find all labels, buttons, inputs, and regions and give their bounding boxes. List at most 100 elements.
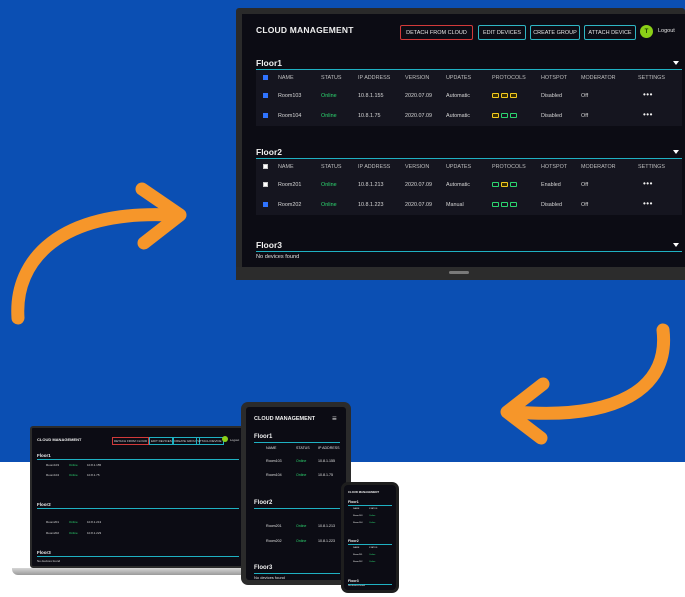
chevron-down-icon[interactable] bbox=[673, 242, 679, 247]
updates-mode: Automatic bbox=[446, 182, 470, 188]
logout-link[interactable]: Logout bbox=[230, 438, 239, 442]
floor-header[interactable]: Floor2 bbox=[256, 145, 682, 159]
column-header-updates: UPDATES bbox=[446, 75, 472, 81]
floor-divider bbox=[254, 508, 340, 509]
status-badge: Online bbox=[321, 202, 337, 208]
column-header-hotspot: HOTSPOT bbox=[541, 75, 568, 81]
device-name: Room104 bbox=[278, 113, 302, 119]
table-row[interactable]: Room202 Online 10.8.1.223 2020.07.09 Man… bbox=[256, 195, 682, 215]
menu-icon[interactable]: ≡ bbox=[332, 414, 337, 423]
column-header-status: STATUS bbox=[321, 75, 342, 81]
attach-device-button[interactable]: ATTACH DEVICE bbox=[584, 25, 636, 40]
detach-from-cloud-button[interactable]: DETACH FROM CLOUD bbox=[112, 437, 150, 445]
device-name: Room201 bbox=[46, 520, 60, 524]
more-options-icon[interactable]: ••• bbox=[643, 110, 653, 119]
chromecast-icon bbox=[510, 182, 517, 187]
app-title: CLOUD MANAGEMENT bbox=[256, 25, 354, 35]
column-header-status: STATUS bbox=[369, 508, 378, 510]
edit-devices-button[interactable]: EDIT DEVICES bbox=[478, 25, 526, 40]
airplay-icon bbox=[492, 93, 499, 98]
protocols-icons bbox=[492, 182, 517, 187]
ip-address: 10.8.1.155 bbox=[358, 93, 384, 99]
ip-address: 10.8.1.155 bbox=[318, 459, 335, 463]
user-avatar[interactable] bbox=[222, 436, 228, 442]
column-header-updates: UPDATES bbox=[446, 164, 472, 170]
ip-address: 10.8.1.213 bbox=[87, 520, 102, 524]
status-badge: Online bbox=[69, 473, 78, 477]
column-header-version: VERSION bbox=[405, 75, 430, 81]
column-header-name: NAME bbox=[353, 547, 360, 549]
more-options-icon[interactable]: ••• bbox=[643, 199, 653, 208]
row-checkbox[interactable] bbox=[263, 93, 268, 98]
select-all-checkbox[interactable] bbox=[263, 164, 268, 169]
brand-logo bbox=[449, 271, 469, 274]
chevron-down-icon[interactable] bbox=[673, 149, 679, 154]
row-checkbox[interactable] bbox=[263, 182, 268, 187]
column-header-moderator: MODERATOR bbox=[581, 164, 616, 170]
device-name: Room103 bbox=[266, 459, 282, 463]
status-badge: Online bbox=[369, 561, 376, 563]
ip-address: 10.8.1.223 bbox=[87, 531, 102, 535]
status-badge: Online bbox=[296, 524, 307, 528]
row-checkbox[interactable] bbox=[263, 113, 268, 118]
phone-device: CLOUD MANAGEMENT Floor1 NAME STATUS Room… bbox=[341, 482, 399, 593]
select-all-checkbox[interactable] bbox=[263, 75, 268, 80]
row-checkbox[interactable] bbox=[263, 202, 268, 207]
status-badge: Online bbox=[69, 463, 78, 467]
protocols-icons bbox=[492, 93, 517, 98]
empty-state-message: No devices found bbox=[348, 585, 365, 587]
floor-section-2: Floor2 NAME STATUS IP ADDRESS VERSION UP… bbox=[256, 145, 682, 215]
floor-divider bbox=[348, 544, 392, 545]
more-options-icon[interactable]: ••• bbox=[643, 90, 653, 99]
monitor-screen: CLOUD MANAGEMENT DETACH FROM CLOUD EDIT … bbox=[242, 14, 685, 267]
device-name: Room202 bbox=[266, 539, 282, 543]
table-row[interactable]: Room103 Online 10.8.1.155 2020.07.09 Aut… bbox=[256, 86, 682, 106]
table-row[interactable]: Room201 Online 10.8.1.213 2020.07.09 Aut… bbox=[256, 175, 682, 195]
floor-title: Floor3 bbox=[254, 565, 273, 571]
hotspot-state: Enabled bbox=[541, 182, 561, 188]
protocols-icons bbox=[492, 202, 517, 207]
column-header-name: NAME bbox=[278, 164, 294, 170]
floor-divider bbox=[254, 442, 340, 443]
floor-title: Floor3 bbox=[256, 239, 282, 250]
table-row[interactable]: Room104 Online 10.8.1.75 2020.07.09 Auto… bbox=[256, 106, 682, 126]
miracast-icon bbox=[501, 202, 508, 207]
chromecast-icon bbox=[510, 93, 517, 98]
moderator-state: Off bbox=[581, 182, 589, 188]
updates-mode: Automatic bbox=[446, 113, 470, 119]
status-badge: Online bbox=[369, 554, 376, 556]
column-header-protocols: PROTOCOLS bbox=[492, 75, 526, 81]
user-avatar[interactable]: T bbox=[640, 25, 653, 38]
column-header-ip: IP ADDRESS bbox=[358, 75, 391, 81]
chromecast-icon bbox=[510, 113, 517, 118]
curved-arrow-left bbox=[11, 182, 187, 325]
column-header-ip: IP ADDRESS bbox=[318, 446, 340, 450]
status-badge: Online bbox=[296, 473, 307, 477]
floor-section-1: Floor1 NAME STATUS IP ADDRESS VERSION UP… bbox=[256, 56, 682, 126]
device-table: NAME STATUS IP ADDRESS VERSION UPDATES P… bbox=[256, 70, 682, 126]
device-name: Room104 bbox=[266, 473, 282, 477]
top-bar: CLOUD MANAGEMENT DETACH FROM CLOUD EDIT … bbox=[242, 14, 685, 46]
protocols-icons bbox=[492, 113, 517, 118]
status-badge: Online bbox=[321, 93, 337, 99]
airplay-icon bbox=[492, 202, 499, 207]
create-group-button[interactable]: CREATE GROUP bbox=[530, 25, 580, 40]
column-header-ip: IP ADDRESS bbox=[358, 164, 391, 170]
floor-title: Floor1 bbox=[37, 453, 51, 458]
floor-title: Floor2 bbox=[348, 539, 359, 543]
detach-from-cloud-button[interactable]: DETACH FROM CLOUD bbox=[400, 25, 473, 40]
column-header-moderator: MODERATOR bbox=[581, 75, 616, 81]
more-options-icon[interactable]: ••• bbox=[643, 179, 653, 188]
floor-header[interactable]: Floor1 bbox=[256, 56, 682, 70]
device-name: Room103 bbox=[353, 515, 363, 517]
attach-device-button[interactable]: ATTACH DEVICE bbox=[196, 437, 224, 445]
device-name: Room201 bbox=[353, 554, 363, 556]
floor-title: Floor2 bbox=[254, 500, 273, 506]
edit-devices-button[interactable]: EDIT DEVICES bbox=[149, 437, 174, 445]
column-header-protocols: PROTOCOLS bbox=[492, 164, 526, 170]
chevron-down-icon[interactable] bbox=[673, 60, 679, 65]
logout-link[interactable]: Logout bbox=[658, 28, 675, 34]
device-name: Room104 bbox=[46, 473, 60, 477]
floor-header[interactable]: Floor3 bbox=[256, 238, 682, 252]
device-name: Room103 bbox=[46, 463, 60, 467]
